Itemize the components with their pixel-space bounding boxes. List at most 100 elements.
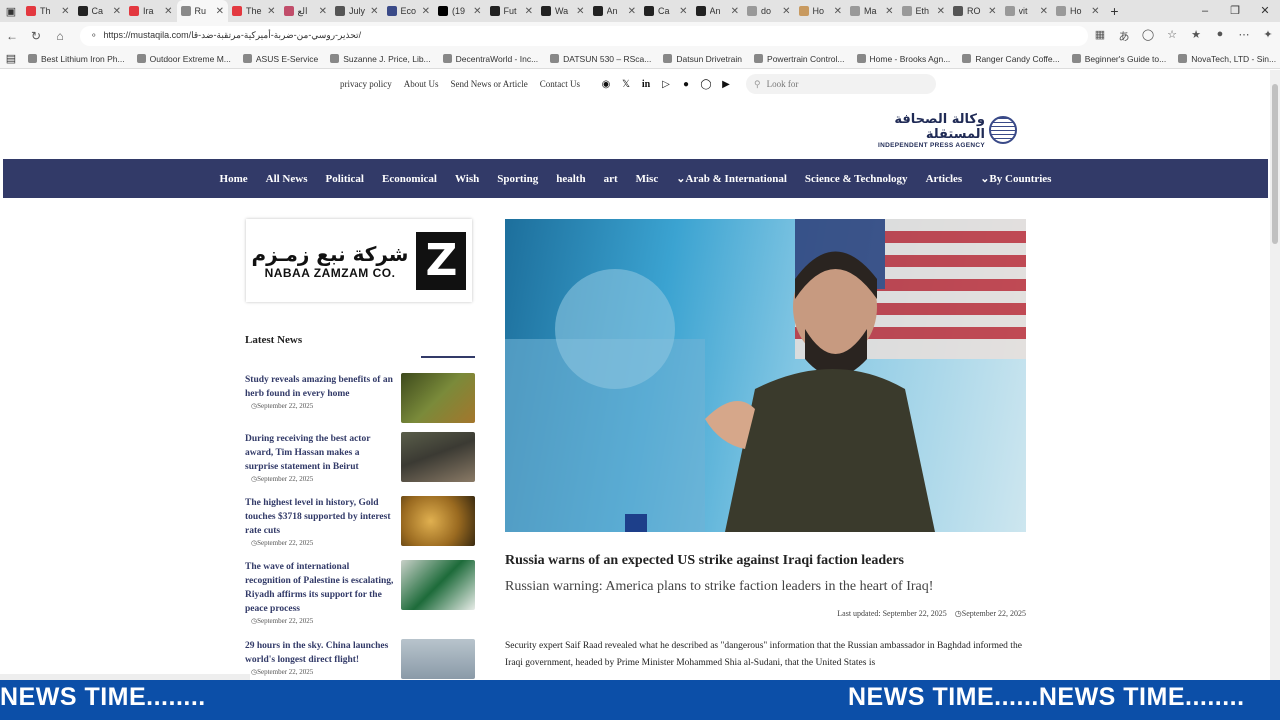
tab-close-icon[interactable]: ✕ (782, 6, 790, 17)
tab-close-icon[interactable]: ✕ (319, 6, 327, 17)
tab-close-icon[interactable]: ✕ (679, 6, 687, 17)
tab-close-icon[interactable]: ✕ (988, 6, 996, 17)
browser-tab[interactable]: do ✕ (743, 0, 795, 22)
browser-tab[interactable]: vit ✕ (1001, 0, 1053, 22)
nav-item[interactable]: Political (325, 173, 364, 185)
close-window-icon[interactable]: ✕ (1250, 0, 1280, 22)
tab-close-icon[interactable]: ✕ (937, 6, 945, 17)
tab-close-icon[interactable]: ✕ (473, 6, 481, 17)
linkedin-icon[interactable]: in (636, 79, 656, 90)
nav-item[interactable]: health (556, 173, 585, 185)
site-logo[interactable]: وكالة الصحافة المستقلة INDEPENDENT PRESS… (862, 112, 1017, 149)
nav-item[interactable]: Sporting (497, 173, 538, 185)
news-title[interactable]: Study reveals amazing benefits of an her… (245, 373, 395, 401)
apple-icon[interactable]: ● (676, 79, 696, 90)
browser-tab[interactable]: Ca ✕ (74, 0, 126, 22)
browser-essentials-icon[interactable]: ◯ (1136, 28, 1160, 44)
news-title[interactable]: 29 hours in the sky. China launches worl… (245, 639, 395, 667)
bookmark-item[interactable]: Best Lithium Iron Ph... (22, 54, 131, 64)
window-menu-icon[interactable]: ▣ (0, 5, 22, 18)
browser-tab[interactable]: Eco ✕ (383, 0, 435, 22)
tab-close-icon[interactable]: ✕ (216, 6, 224, 17)
tab-close-icon[interactable]: ✕ (731, 6, 739, 17)
nav-item[interactable]: Science & Technology (805, 173, 908, 185)
tab-close-icon[interactable]: ✕ (370, 6, 378, 17)
browser-tab[interactable]: July ✕ (331, 0, 383, 22)
new-tab-button[interactable]: + (1104, 3, 1126, 19)
tab-close-icon[interactable]: ✕ (113, 6, 121, 17)
list-item[interactable]: The wave of international recognition of… (245, 560, 475, 626)
tab-close-icon[interactable]: ✕ (834, 6, 842, 17)
home-icon[interactable]: ⌂ (48, 29, 72, 43)
profile-avatar-icon[interactable]: ● (1208, 28, 1232, 44)
browser-tab[interactable]: Fut ✕ (486, 0, 538, 22)
browser-tab[interactable]: An ✕ (692, 0, 744, 22)
restore-icon[interactable]: ❐ (1220, 0, 1250, 22)
tab-close-icon[interactable]: ✕ (1091, 6, 1099, 17)
search-input[interactable] (766, 79, 927, 89)
airplane-thumbnail[interactable] (401, 639, 475, 679)
tab-close-icon[interactable]: ✕ (164, 6, 172, 17)
instagram-icon[interactable]: ◯ (696, 79, 716, 90)
bookmark-item[interactable]: Datsun Drivetrain (657, 54, 748, 64)
actor-thumbnail[interactable] (401, 432, 475, 482)
favorites-icon[interactable]: ★ (1184, 28, 1208, 44)
tab-close-icon[interactable]: ✕ (885, 6, 893, 17)
list-item[interactable]: The highest level in history, Gold touch… (245, 496, 475, 552)
browser-tab[interactable]: Ru ✕ (176, 0, 228, 22)
nav-item[interactable]: Wish (455, 173, 479, 185)
play-icon[interactable]: ▶ (716, 79, 736, 90)
list-item[interactable]: During receiving the best actor award, T… (245, 432, 475, 490)
favorite-star-icon[interactable]: ☆ (1160, 28, 1184, 44)
list-item[interactable]: 29 hours in the sky. China launches worl… (245, 639, 475, 679)
minimize-icon[interactable]: – (1190, 0, 1220, 22)
x-icon[interactable]: 𝕏 (616, 79, 636, 90)
nav-item[interactable]: All News (266, 173, 308, 185)
nav-item[interactable]: art (604, 173, 618, 185)
nav-item[interactable]: ⌄By Countries (980, 172, 1051, 185)
send-news-link[interactable]: Send News or Article (451, 79, 528, 89)
back-icon[interactable]: ← (0, 29, 24, 43)
browser-tab[interactable]: Wa ✕ (537, 0, 589, 22)
herb-thumbnail[interactable] (401, 373, 475, 423)
browser-tab[interactable]: Ho ✕ (1052, 0, 1104, 22)
bookmarks-menu-icon[interactable]: ▤ (0, 52, 22, 65)
news-title[interactable]: The highest level in history, Gold touch… (245, 496, 395, 538)
browser-tab[interactable]: (19 ✕ (434, 0, 486, 22)
bookmark-item[interactable]: Ranger Candy Coffe... (956, 54, 1065, 64)
tab-close-icon[interactable]: ✕ (576, 6, 584, 17)
translate-icon[interactable]: あ (1112, 28, 1136, 44)
bookmark-item[interactable]: Powertrain Control... (748, 54, 850, 64)
contact-us-link[interactable]: Contact Us (540, 79, 580, 89)
about-us-link[interactable]: About Us (404, 79, 439, 89)
bookmark-item[interactable]: DATSUN 530 – RSca... (544, 54, 657, 64)
copilot-icon[interactable]: ✦ (1256, 28, 1280, 44)
bookmark-item[interactable]: NovaTech, LTD - Sin... (1172, 54, 1280, 64)
bookmark-item[interactable]: ASUS E-Service (237, 54, 324, 64)
privacy-policy-link[interactable]: privacy policy (340, 79, 392, 89)
browser-tab[interactable]: Ma ✕ (846, 0, 898, 22)
browser-tab[interactable]: Th ✕ (22, 0, 74, 22)
browser-tab[interactable]: Ho ✕ (795, 0, 847, 22)
more-menu-icon[interactable]: ⋯ (1232, 28, 1256, 44)
nav-item[interactable]: Misc (636, 173, 659, 185)
site-search[interactable]: ⚲ (745, 74, 936, 94)
bookmark-item[interactable]: DecentraWorld - Inc... (437, 54, 545, 64)
tab-close-icon[interactable]: ✕ (422, 6, 430, 17)
browser-tab[interactable]: Ira ✕ (125, 0, 177, 22)
news-title[interactable]: The wave of international recognition of… (245, 560, 395, 616)
bookmark-item[interactable]: Outdoor Extreme M... (131, 54, 237, 64)
nav-item[interactable]: Economical (382, 173, 437, 185)
bookmark-item[interactable]: Suzanne J. Price, Lib... (324, 54, 436, 64)
news-title[interactable]: During receiving the best actor award, T… (245, 432, 395, 474)
article-hero-image[interactable] (505, 219, 1026, 532)
tab-close-icon[interactable]: ✕ (628, 6, 636, 17)
browser-tab[interactable]: الع ✕ (280, 0, 332, 22)
refresh-icon[interactable]: ↻ (24, 29, 48, 43)
nav-item[interactable]: Articles (926, 173, 963, 185)
flag-thumbnail[interactable] (401, 560, 475, 610)
gold-thumbnail[interactable] (401, 496, 475, 546)
youtube-icon[interactable]: ▷ (656, 79, 676, 90)
nav-item[interactable]: ⌄Arab & International (676, 172, 787, 185)
browser-tab[interactable]: Eth ✕ (898, 0, 950, 22)
